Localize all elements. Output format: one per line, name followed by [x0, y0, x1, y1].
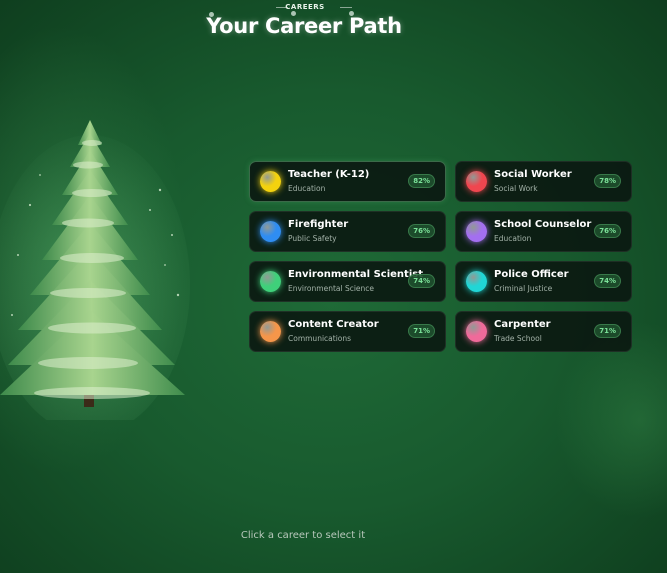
christmas-tree-icon [0, 120, 190, 420]
career-card-carpenter[interactable]: Carpenter Trade School 71% [455, 311, 632, 352]
career-card-firefighter[interactable]: Firefighter Public Safety 76% [249, 211, 446, 252]
orb-icon [260, 221, 281, 242]
orb-icon [466, 221, 487, 242]
page-title: Your Career Path [206, 14, 402, 38]
match-badge: 71% [594, 324, 621, 338]
match-badge: 76% [594, 224, 621, 238]
career-title: Police Officer [494, 269, 569, 280]
career-category: Public Safety [288, 234, 337, 243]
career-title: Firefighter [288, 219, 349, 230]
career-category: Criminal Justice [494, 284, 553, 293]
career-card-social-worker[interactable]: Social Worker Social Work 78% [455, 161, 632, 202]
match-badge: 82% [408, 174, 435, 188]
career-category: Education [494, 234, 532, 243]
career-card-school-counselor[interactable]: School Counselor Education 76% [455, 211, 632, 252]
career-card-teacher[interactable]: Teacher (K-12) Education 82% [249, 161, 446, 202]
page-eyebrow: CAREERS [285, 3, 325, 11]
orb-icon [466, 271, 487, 292]
career-category: Environmental Science [288, 284, 375, 293]
orb-icon [466, 171, 487, 192]
career-title: Carpenter [494, 319, 551, 330]
orb-icon [260, 321, 281, 342]
career-card-police-officer[interactable]: Police Officer Criminal Justice 74% [455, 261, 632, 302]
orb-icon [260, 271, 281, 292]
career-card-content-creator[interactable]: Content Creator Communications 71% [249, 311, 446, 352]
career-category: Communications [288, 334, 352, 343]
career-title: Social Worker [494, 169, 572, 180]
career-title: Environmental Scientist [288, 269, 423, 280]
match-badge: 74% [408, 274, 435, 288]
career-card-environmental-scientist[interactable]: Environmental Scientist Environmental Sc… [249, 261, 446, 302]
career-title: Content Creator [288, 319, 379, 330]
orb-icon [466, 321, 487, 342]
match-badge: 74% [594, 274, 621, 288]
career-category: Social Work [494, 184, 538, 193]
match-badge: 76% [408, 224, 435, 238]
orb-icon [260, 171, 281, 192]
select-hint: Click a career to select it [240, 530, 366, 541]
career-category: Trade School [494, 334, 542, 343]
match-badge: 71% [408, 324, 435, 338]
career-grid: Teacher (K-12) Education 82% Social Work… [249, 161, 632, 352]
career-category: Education [288, 184, 326, 193]
career-title: Teacher (K-12) [288, 169, 370, 180]
match-badge: 78% [594, 174, 621, 188]
career-title: School Counselor [494, 219, 592, 230]
